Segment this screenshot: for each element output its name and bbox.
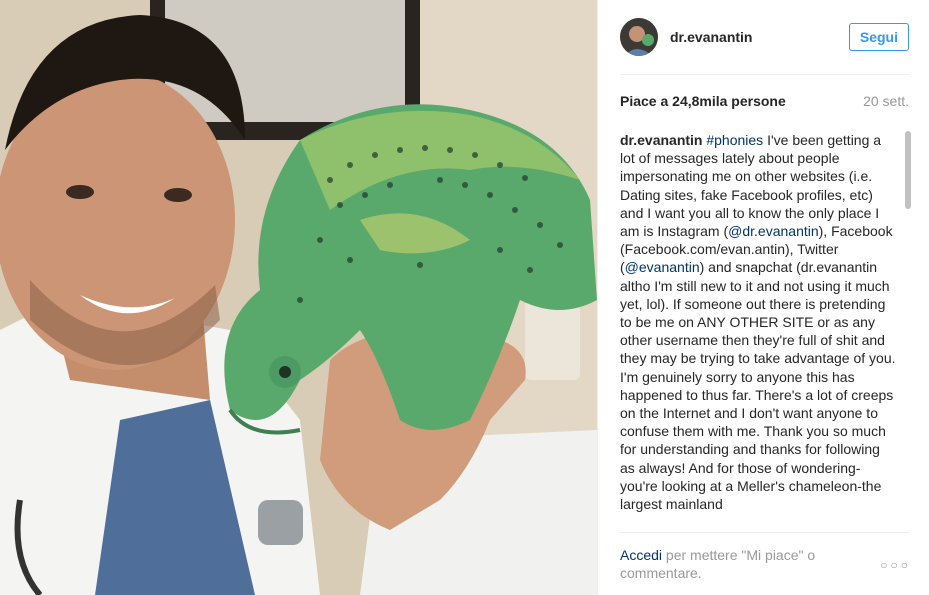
caption: dr.evanantin #phonies I've been getting … bbox=[620, 131, 896, 527]
scroll-thumb[interactable] bbox=[905, 131, 911, 209]
caption-text-3: ) and snapchat (dr.evanantin altho I'm s… bbox=[620, 259, 896, 513]
caption-username[interactable]: dr.evanantin bbox=[620, 132, 702, 148]
header-divider bbox=[620, 74, 909, 75]
footer-divider bbox=[620, 532, 909, 533]
post-time[interactable]: 20 sett. bbox=[863, 93, 909, 109]
caption-hashtag[interactable]: #phonies bbox=[706, 132, 763, 148]
login-prompt: Accedi per mettere "Mi piace" o commenta… bbox=[620, 546, 850, 582]
post-sidebar: dr.evanantin Segui Piace a 24,8mila pers… bbox=[597, 0, 929, 595]
post-header: dr.evanantin Segui bbox=[620, 15, 909, 59]
avatar-image bbox=[620, 18, 658, 56]
post-photo[interactable] bbox=[0, 0, 597, 595]
instagram-post: dr.evanantin Segui Piace a 24,8mila pers… bbox=[0, 0, 929, 595]
likes-count[interactable]: Piace a 24,8mila persone bbox=[620, 93, 786, 109]
username[interactable]: dr.evanantin bbox=[670, 29, 849, 45]
follow-button[interactable]: Segui bbox=[848, 23, 909, 51]
caption-scrollbar[interactable] bbox=[905, 131, 911, 527]
caption-mention-2[interactable]: @evanantin bbox=[625, 259, 700, 275]
login-link[interactable]: Accedi bbox=[620, 547, 662, 563]
photo-illustration bbox=[0, 0, 597, 595]
caption-mention-1[interactable]: @dr.evanantin bbox=[728, 223, 819, 239]
likes-row: Piace a 24,8mila persone 20 sett. bbox=[620, 93, 909, 109]
avatar[interactable] bbox=[620, 18, 658, 56]
more-options-icon[interactable]: ○○○ bbox=[880, 558, 911, 572]
